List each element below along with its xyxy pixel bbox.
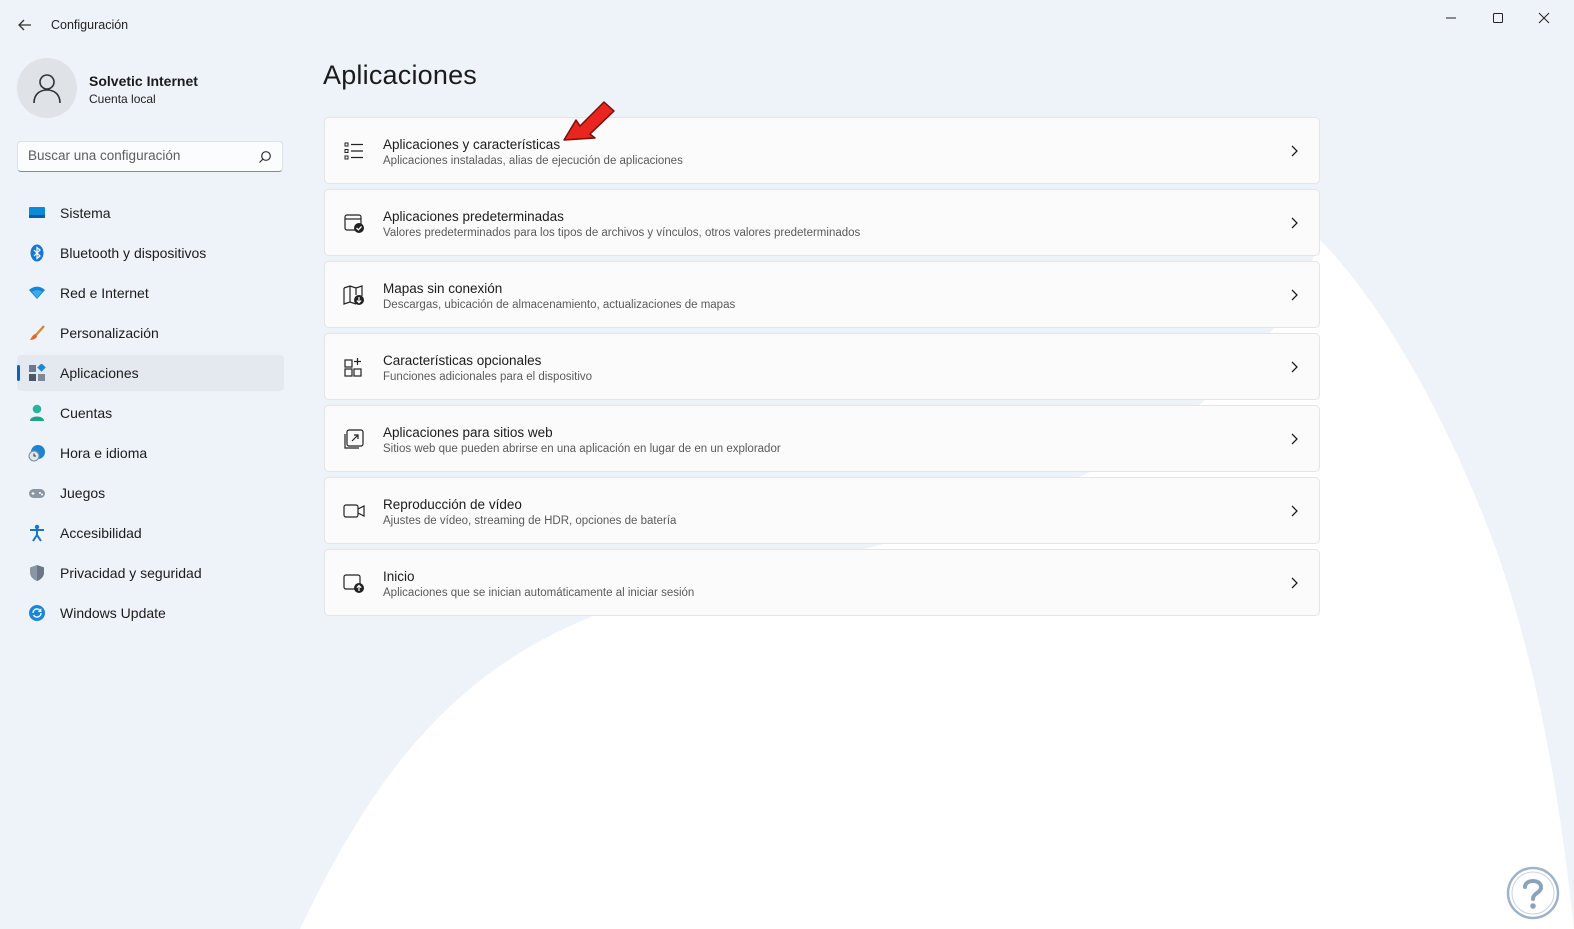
- minimize-button[interactable]: [1431, 6, 1471, 30]
- sidebar-item-bluetooth[interactable]: Bluetooth y dispositivos: [17, 235, 284, 271]
- chevron-right-icon: [1291, 217, 1298, 229]
- sidebar-item-label: Hora e idioma: [60, 445, 148, 461]
- sidebar-item-label: Cuentas: [60, 405, 113, 421]
- chevron-right-icon: [1291, 361, 1298, 373]
- search-input[interactable]: [28, 148, 248, 163]
- sidebar-item-label: Bluetooth y dispositivos: [60, 245, 207, 261]
- card-title: Aplicaciones para sitios web: [383, 425, 553, 440]
- minimize-icon: [1446, 17, 1456, 19]
- sidebar-item-juegos[interactable]: Juegos: [17, 475, 284, 511]
- clock-globe-icon: [27, 443, 47, 463]
- gamepad-icon: [27, 483, 47, 503]
- chevron-right-icon: [1291, 433, 1298, 445]
- sidebar-item-red[interactable]: Red e Internet: [17, 275, 284, 311]
- card-title: Inicio: [383, 569, 415, 584]
- default-apps-icon: [344, 214, 364, 233]
- startup-icon: [343, 574, 364, 593]
- card-title: Mapas sin conexión: [383, 281, 503, 296]
- card-optional-features[interactable]: Características opcionales Funciones adi…: [324, 333, 1320, 400]
- sidebar-item-sistema[interactable]: Sistema: [17, 195, 284, 231]
- sidebar-item-label: Red e Internet: [60, 285, 149, 301]
- sidebar-item-aplicaciones[interactable]: Aplicaciones: [17, 355, 284, 391]
- bluetooth-icon: [27, 243, 47, 263]
- search-icon[interactable]: [258, 150, 272, 164]
- maximize-icon: [1493, 13, 1503, 23]
- card-description: Aplicaciones instaladas, alias de ejecuc…: [383, 155, 683, 167]
- chevron-right-icon: [1291, 145, 1298, 157]
- shield-icon: [27, 563, 47, 583]
- back-arrow-icon: [18, 19, 31, 31]
- card-description: Descargas, ubicación de almacenamiento, …: [383, 299, 736, 311]
- sidebar-item-label: Privacidad y seguridad: [60, 565, 202, 581]
- card-web-apps[interactable]: Aplicaciones para sitios web Sitios web …: [324, 405, 1320, 472]
- card-title: Aplicaciones predeterminadas: [383, 209, 564, 224]
- active-indicator: [17, 365, 20, 381]
- card-description: Funciones adicionales para el dispositiv…: [383, 371, 593, 383]
- watermark-logo-icon: [1506, 866, 1560, 920]
- chevron-right-icon: [1291, 289, 1298, 301]
- accessibility-icon: [27, 523, 47, 543]
- sidebar-item-hora[interactable]: Hora e idioma: [17, 435, 284, 471]
- sidebar-item-cuentas[interactable]: Cuentas: [17, 395, 284, 431]
- avatar: [17, 58, 77, 118]
- card-title: Reproducción de vídeo: [383, 497, 522, 512]
- card-description: Valores predeterminados para los tipos d…: [383, 227, 861, 239]
- title-bar: Configuración: [0, 0, 1574, 48]
- brush-icon: [27, 323, 47, 343]
- card-title: Aplicaciones y características: [383, 137, 561, 152]
- card-video-playback[interactable]: Reproducción de vídeo Ajustes de vídeo, …: [324, 477, 1320, 544]
- sidebar-item-accesibilidad[interactable]: Accesibilidad: [17, 515, 284, 551]
- sidebar-item-label: Juegos: [60, 485, 106, 501]
- card-apps-features[interactable]: Aplicaciones y características Aplicacio…: [324, 117, 1320, 184]
- back-button[interactable]: [14, 14, 36, 36]
- card-startup[interactable]: Inicio Aplicaciones que se inician autom…: [324, 549, 1320, 616]
- sidebar-item-windows-update[interactable]: Windows Update: [17, 595, 284, 631]
- close-button[interactable]: [1524, 6, 1564, 30]
- search-box[interactable]: [17, 141, 283, 172]
- sidebar-item-personalizacion[interactable]: Personalización: [17, 315, 284, 351]
- map-download-icon: [343, 285, 364, 305]
- card-description: Sitios web que pueden abrirse en una apl…: [383, 443, 781, 455]
- list-icon: [344, 142, 363, 160]
- card-description: Ajustes de vídeo, streaming de HDR, opci…: [383, 515, 677, 527]
- sidebar-item-label: Sistema: [60, 205, 111, 221]
- annotation-arrow-icon: [563, 101, 615, 141]
- sidebar-item-privacidad[interactable]: Privacidad y seguridad: [17, 555, 284, 591]
- chevron-right-icon: [1291, 505, 1298, 517]
- user-avatar-icon: [33, 74, 61, 104]
- account-type: Cuenta local: [89, 92, 156, 106]
- maximize-button[interactable]: [1478, 6, 1518, 30]
- window-title: Configuración: [51, 18, 129, 32]
- card-description: Aplicaciones que se inician automáticame…: [383, 587, 695, 599]
- system-icon: [27, 203, 47, 223]
- sidebar-item-label: Windows Update: [60, 605, 166, 621]
- optional-features-icon: [344, 358, 362, 377]
- card-default-apps[interactable]: Aplicaciones predeterminadas Valores pre…: [324, 189, 1320, 256]
- chevron-right-icon: [1291, 577, 1298, 589]
- user-profile[interactable]: Solvetic Internet Cuenta local: [17, 58, 277, 118]
- sidebar-item-label: Accesibilidad: [60, 525, 142, 541]
- sidebar-item-label: Personalización: [60, 325, 159, 341]
- sidebar-nav: Sistema Bluetooth y dispositivos Red e I…: [17, 195, 284, 635]
- page-title: Aplicaciones: [323, 60, 477, 90]
- update-icon: [27, 603, 47, 623]
- close-icon: [1538, 12, 1550, 24]
- user-name: Solvetic Internet: [89, 73, 198, 89]
- card-offline-maps[interactable]: Mapas sin conexión Descargas, ubicación …: [324, 261, 1320, 328]
- video-icon: [343, 504, 365, 518]
- settings-list: Aplicaciones y características Aplicacio…: [324, 117, 1320, 621]
- card-title: Características opcionales: [383, 353, 542, 368]
- web-apps-icon: [344, 429, 364, 449]
- sidebar-item-label: Aplicaciones: [60, 365, 139, 381]
- apps-icon: [27, 363, 47, 383]
- person-icon: [27, 403, 47, 423]
- wifi-icon: [27, 283, 47, 303]
